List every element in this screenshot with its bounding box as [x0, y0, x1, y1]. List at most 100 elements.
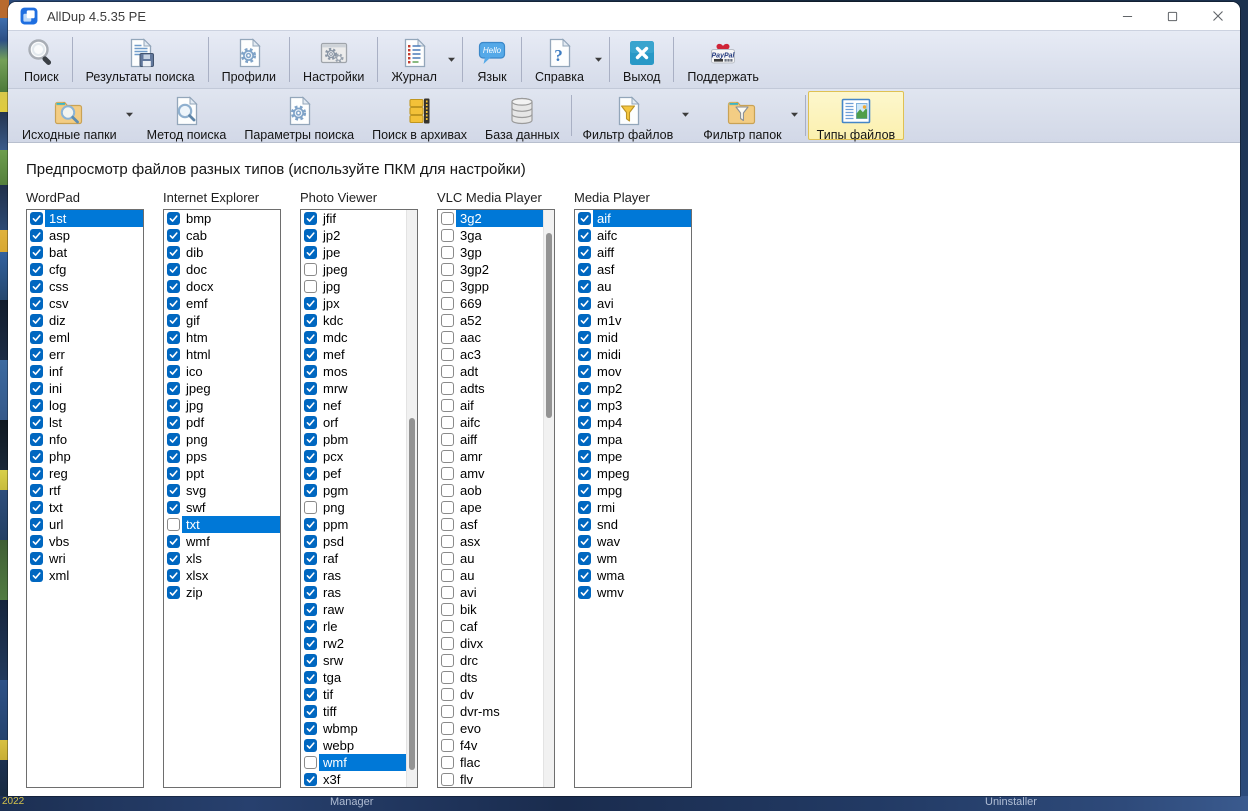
checkbox[interactable] — [578, 382, 591, 395]
checkbox[interactable] — [304, 756, 317, 769]
checkbox[interactable] — [578, 552, 591, 565]
list-item[interactable]: mrw — [301, 380, 417, 397]
checkbox[interactable] — [578, 569, 591, 582]
checkbox[interactable] — [304, 280, 317, 293]
checkbox[interactable] — [167, 569, 180, 582]
checkbox[interactable] — [167, 297, 180, 310]
checkbox[interactable] — [30, 535, 43, 548]
list-item[interactable]: f4v — [438, 737, 554, 754]
checkbox[interactable] — [441, 382, 454, 395]
checkbox[interactable] — [441, 348, 454, 361]
list-item[interactable]: emf — [164, 295, 280, 312]
source-folders-button[interactable]: Исходные папки — [13, 91, 126, 142]
checkbox[interactable] — [167, 280, 180, 293]
checkbox[interactable] — [304, 399, 317, 412]
list-item[interactable]: png — [301, 499, 417, 516]
checkbox[interactable] — [441, 314, 454, 327]
checkbox[interactable] — [441, 535, 454, 548]
checkbox[interactable] — [304, 501, 317, 514]
list-item[interactable]: evo — [438, 720, 554, 737]
checkbox[interactable] — [441, 722, 454, 735]
checkbox[interactable] — [167, 433, 180, 446]
list-item[interactable]: pps — [164, 448, 280, 465]
list-item[interactable]: wmf — [301, 754, 417, 771]
checkbox[interactable] — [304, 603, 317, 616]
file-filter-button[interactable]: Фильтр файлов — [574, 91, 683, 142]
checkbox[interactable] — [30, 348, 43, 361]
list-item[interactable]: wmf — [164, 533, 280, 550]
list-item[interactable]: caf — [438, 618, 554, 635]
list-item[interactable]: mos — [301, 363, 417, 380]
list-item[interactable]: svg — [164, 482, 280, 499]
list-item[interactable]: tga — [301, 669, 417, 686]
checkbox[interactable] — [304, 518, 317, 531]
checkbox[interactable] — [304, 569, 317, 582]
database-button[interactable]: База данных — [476, 91, 568, 142]
checkbox[interactable] — [441, 688, 454, 701]
checkbox[interactable] — [441, 484, 454, 497]
checkbox[interactable] — [30, 229, 43, 242]
checkbox[interactable] — [578, 484, 591, 497]
list-item[interactable]: 3gp2 — [438, 261, 554, 278]
list-item[interactable]: ras — [301, 567, 417, 584]
list-item[interactable]: inf — [27, 363, 143, 380]
checkbox[interactable] — [578, 263, 591, 276]
scrollbar[interactable] — [543, 210, 554, 787]
list-item[interactable]: mpeg — [575, 465, 691, 482]
list-item[interactable]: jpx — [301, 295, 417, 312]
list-item[interactable]: css — [27, 278, 143, 295]
file-type-list[interactable]: aif aifc aiff asf au avi m1v mid midi mov mp2 mp3 mp… — [574, 209, 692, 788]
list-item[interactable]: srw — [301, 652, 417, 669]
checkbox[interactable] — [304, 654, 317, 667]
list-item[interactable]: pef — [301, 465, 417, 482]
checkbox[interactable] — [167, 450, 180, 463]
checkbox[interactable] — [167, 382, 180, 395]
list-item[interactable]: xls — [164, 550, 280, 567]
list-item[interactable]: aif — [438, 397, 554, 414]
checkbox[interactable] — [167, 229, 180, 242]
list-item[interactable]: eml — [27, 329, 143, 346]
checkbox[interactable] — [441, 637, 454, 650]
checkbox[interactable] — [304, 382, 317, 395]
list-item[interactable]: aifc — [438, 414, 554, 431]
checkbox[interactable] — [304, 331, 317, 344]
checkbox[interactable] — [304, 365, 317, 378]
list-item[interactable]: bik — [438, 601, 554, 618]
language-button[interactable]: Hello Язык — [465, 33, 519, 86]
profiles-button[interactable]: Профили — [211, 33, 287, 86]
checkbox[interactable] — [30, 365, 43, 378]
checkbox[interactable] — [441, 518, 454, 531]
checkbox[interactable] — [30, 331, 43, 344]
list-item[interactable]: pdf — [164, 414, 280, 431]
list-item[interactable]: asf — [438, 516, 554, 533]
list-item[interactable]: ras — [301, 584, 417, 601]
checkbox[interactable] — [167, 246, 180, 259]
list-item[interactable]: 1st — [27, 210, 143, 227]
list-item[interactable]: adt — [438, 363, 554, 380]
list-item[interactable]: flv — [438, 771, 554, 787]
list-item[interactable]: dv — [438, 686, 554, 703]
dropdown-arrow-icon[interactable] — [682, 91, 694, 140]
checkbox[interactable] — [304, 416, 317, 429]
file-type-list[interactable]: bmp cab dib doc docx emf gif htm html ico jpeg jpg p… — [163, 209, 281, 788]
checkbox[interactable] — [30, 569, 43, 582]
list-item[interactable]: bmp — [164, 210, 280, 227]
list-item[interactable]: log — [27, 397, 143, 414]
list-item[interactable]: mp3 — [575, 397, 691, 414]
checkbox[interactable] — [30, 263, 43, 276]
list-item[interactable]: divx — [438, 635, 554, 652]
checkbox[interactable] — [30, 484, 43, 497]
checkbox[interactable] — [30, 314, 43, 327]
list-item[interactable]: au — [575, 278, 691, 295]
list-item[interactable]: jpg — [301, 278, 417, 295]
checkbox[interactable] — [578, 348, 591, 361]
list-item[interactable]: swf — [164, 499, 280, 516]
checkbox[interactable] — [578, 280, 591, 293]
list-item[interactable]: mov — [575, 363, 691, 380]
list-item[interactable]: mdc — [301, 329, 417, 346]
checkbox[interactable] — [304, 263, 317, 276]
checkbox[interactable] — [30, 467, 43, 480]
checkbox[interactable] — [30, 280, 43, 293]
checkbox[interactable] — [304, 484, 317, 497]
list-item[interactable]: vbs — [27, 533, 143, 550]
